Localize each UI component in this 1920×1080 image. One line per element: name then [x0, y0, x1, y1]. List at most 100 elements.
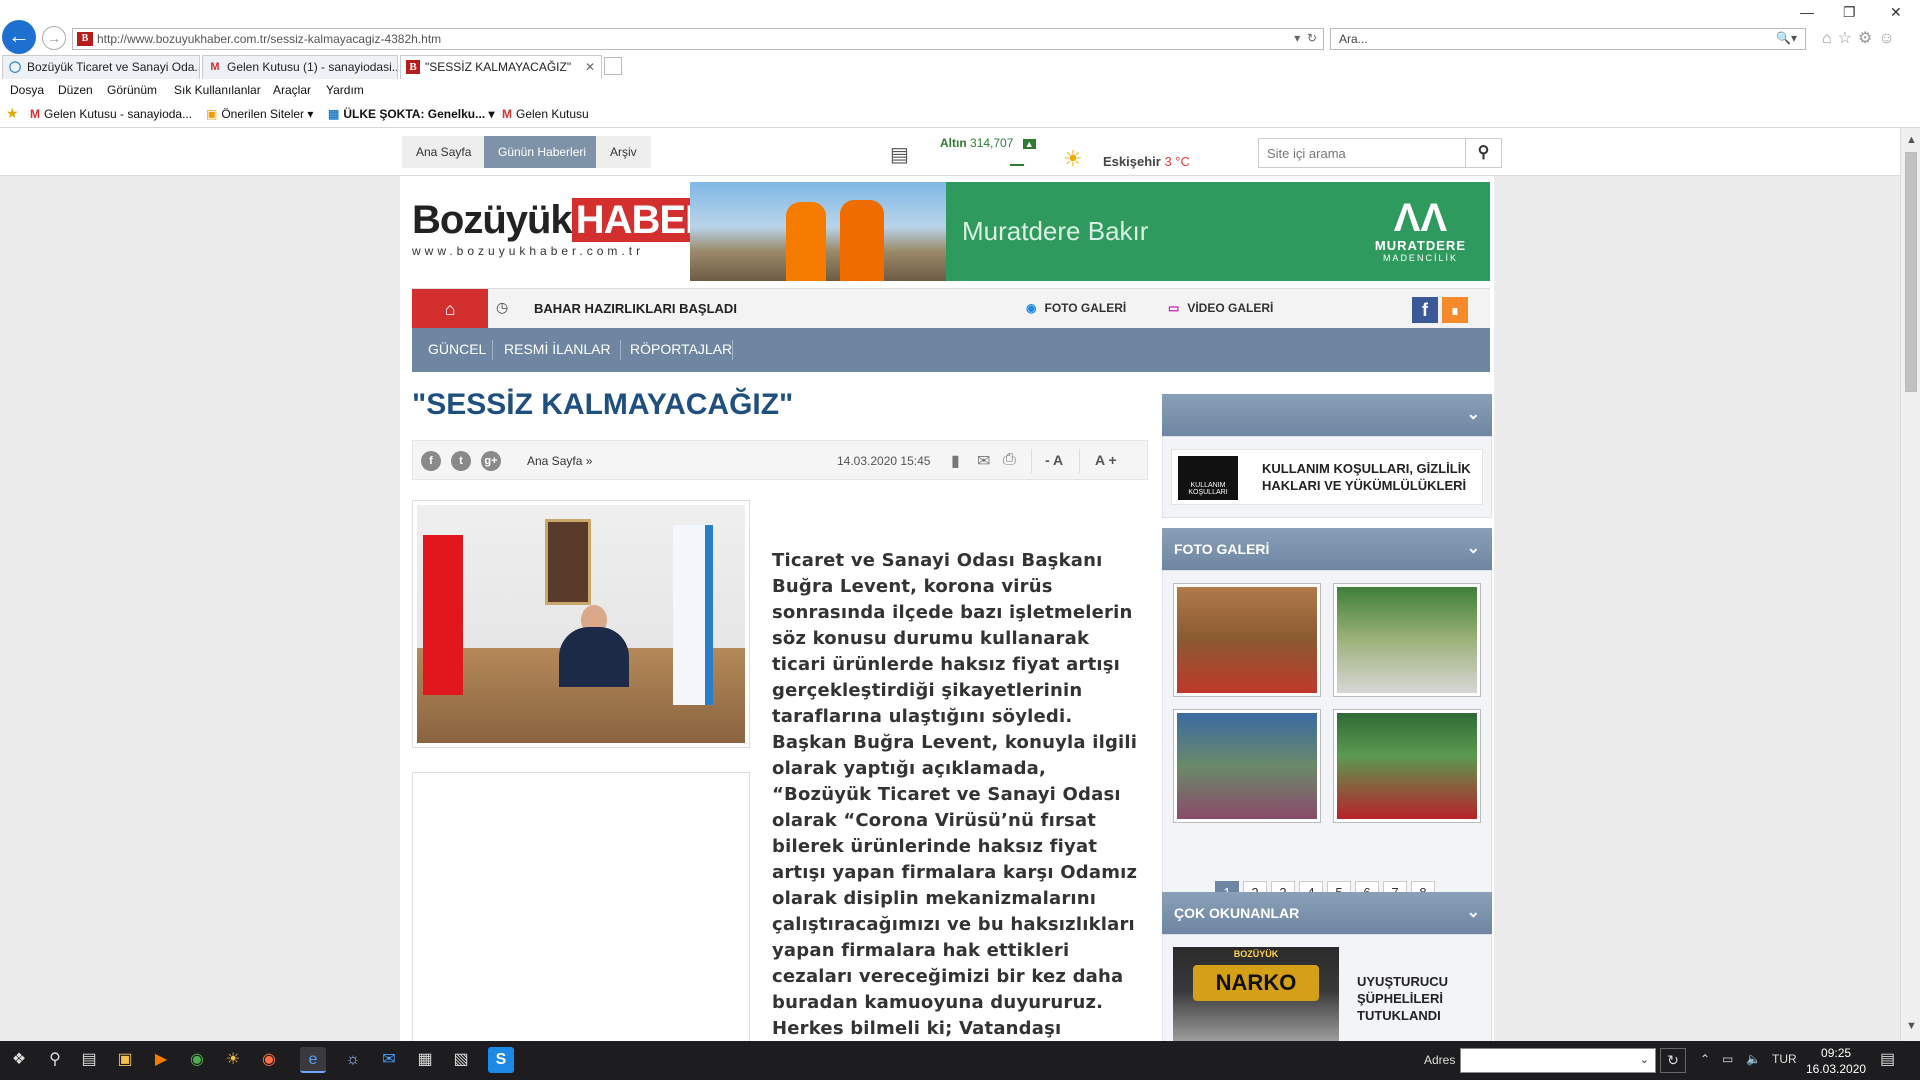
tab-bozuyuk-tso[interactable]: ◯ Bozüyük Ticaret ve Sanayi Oda... [2, 55, 200, 79]
windows-start-icon[interactable]: ❖ [6, 1047, 32, 1073]
gear-icon[interactable]: ⚙ [1858, 30, 1878, 47]
photo-gallery-link[interactable]: ◉ FOTO GALERİ [1026, 301, 1126, 315]
menu-yardim[interactable]: Yardım [326, 83, 364, 97]
language-indicator[interactable]: TUR [1772, 1052, 1797, 1066]
breadcrumb[interactable]: Ana Sayfa » [527, 454, 592, 468]
ad-placeholder [412, 772, 750, 1041]
comment-icon[interactable]: ▮ [951, 451, 960, 471]
menu-duzen[interactable]: Düzen [58, 83, 93, 97]
tab-label: Gelen Kutusu (1) - sanayiodasi... [227, 60, 398, 74]
site-logo[interactable]: Bozüyük HABER www.bozuyukhaber.com.tr [412, 198, 717, 274]
article-photo[interactable] [412, 500, 750, 748]
star-icon[interactable]: ☆ [1838, 30, 1858, 47]
task-view-icon[interactable]: ▤ [76, 1047, 102, 1073]
minimize-button[interactable]: — [1800, 4, 1814, 20]
chevron-down-icon[interactable]: ⌄ [1467, 394, 1480, 436]
new-tab-button[interactable] [604, 57, 622, 75]
google-plus-share-icon[interactable]: g+ [481, 451, 501, 471]
terms-link[interactable]: KULLANIM KOŞULLARI KULLANIM KOŞULLARI, G… [1171, 449, 1483, 505]
category-resmi-ilanlar[interactable]: RESMİ İLANLAR [504, 341, 611, 357]
ad-banner-muratdere[interactable]: Muratdere Bakır ΛΛ MURATDERE MADENCİLİK [690, 182, 1490, 281]
menu-sik-kullanilanlar[interactable]: Sık Kullanılanlar [174, 83, 261, 97]
back-button[interactable]: ← [2, 20, 36, 54]
site-search-input[interactable]: Site içi arama ⚲ [1258, 138, 1502, 168]
close-window-button[interactable]: ✕ [1890, 4, 1902, 21]
address-bar[interactable]: B http://www.bozuyukhaber.com.tr/sessiz-… [72, 28, 1324, 50]
browser-toolbar-icons[interactable]: ⌂☆⚙☺ [1822, 28, 1901, 48]
category-guncel[interactable]: GÜNCEL [428, 341, 486, 357]
market-chart-icon[interactable]: ▤ [890, 142, 909, 167]
facebook-share-icon[interactable]: f [421, 451, 441, 471]
chevron-down-icon[interactable]: ⌄ [1467, 528, 1480, 570]
notifications-icon[interactable]: ▤ [1880, 1049, 1895, 1069]
fav-gelen-kutusu-1[interactable]: M Gelen Kutusu - sanayioda... [30, 107, 192, 121]
file-explorer-icon[interactable]: ▣ [112, 1047, 138, 1073]
scroll-up-icon[interactable]: ▲ [1906, 134, 1917, 146]
fav-gelen-kutusu-2[interactable]: M Gelen Kutusu [502, 107, 589, 121]
font-increase-button[interactable]: A + [1095, 452, 1117, 468]
firefox-icon[interactable]: ◉ [256, 1047, 282, 1073]
store-icon[interactable]: ▦ [412, 1047, 438, 1073]
home-icon[interactable]: ⌂ [1822, 30, 1838, 47]
smiley-icon[interactable]: ☺ [1878, 30, 1900, 47]
close-tab-icon[interactable]: ✕ [585, 56, 595, 78]
gallery-thumb[interactable] [1173, 709, 1321, 823]
network-icon[interactable]: ☼ [340, 1047, 366, 1073]
sidebar-header-empty[interactable]: ⌄ [1162, 394, 1492, 436]
media-icon[interactable]: ▶ [148, 1047, 174, 1073]
menu-araclar[interactable]: Araçlar [273, 83, 311, 97]
refresh-icon[interactable]: ↻ [1660, 1048, 1686, 1073]
font-decrease-button[interactable]: - A [1045, 452, 1063, 468]
search-icon[interactable]: ⚲ [42, 1047, 68, 1073]
facebook-icon[interactable]: f [1412, 297, 1438, 323]
chrome-icon[interactable]: ◉ [184, 1047, 210, 1073]
rss-icon[interactable]: ∎ [1442, 297, 1468, 323]
top-link-gunun-haberleri[interactable]: Günün Haberleri [484, 136, 601, 168]
scroll-thumb[interactable] [1905, 152, 1917, 392]
internet-explorer-icon[interactable]: e [300, 1047, 326, 1073]
skype-icon[interactable]: S [488, 1047, 514, 1073]
address-url[interactable]: http://www.bozuyukhaber.com.tr/sessiz-ka… [97, 32, 441, 46]
favorites-star-icon[interactable]: ★ [6, 105, 19, 122]
gallery-thumb[interactable] [1333, 709, 1481, 823]
mail-icon[interactable]: ✉ [977, 451, 990, 471]
chevron-down-icon[interactable]: ⌄ [1467, 892, 1480, 934]
address-toolbar-input[interactable]: ⌄ [1460, 1048, 1656, 1073]
twitter-share-icon[interactable]: t [451, 451, 471, 471]
tray-up-arrow-icon[interactable]: ⌃ [1700, 1052, 1710, 1066]
search-icon[interactable]: 🔍▾ [1776, 31, 1797, 45]
scroll-down-icon[interactable]: ▼ [1906, 1020, 1917, 1032]
most-read-header[interactable]: ÇOK OKUNANLAR ⌄ [1162, 892, 1492, 934]
search-icon[interactable]: ⚲ [1465, 139, 1501, 167]
chevron-down-icon[interactable]: ⌄ [1640, 1053, 1649, 1066]
menu-dosya[interactable]: Dosya [10, 83, 44, 97]
browser-search-box[interactable]: Ara... 🔍▾ [1330, 28, 1806, 50]
volume-icon[interactable]: 🔈 [1746, 1052, 1761, 1066]
print-icon[interactable]: ⎙ [1003, 451, 1016, 469]
top-link-ana-sayfa[interactable]: Ana Sayfa [402, 136, 486, 168]
news-ticker[interactable]: BAHAR HAZIRLIKLARI BAŞLADI [534, 301, 737, 316]
app-icon[interactable]: ☀ [220, 1047, 246, 1073]
home-icon[interactable]: ⌂ [412, 289, 488, 329]
forward-button[interactable]: → [42, 26, 66, 50]
top-link-arsiv[interactable]: Arşiv [596, 136, 651, 168]
tab-gmail[interactable]: M Gelen Kutusu (1) - sanayiodasi... [202, 55, 398, 79]
menu-gorunum[interactable]: Görünüm [107, 83, 157, 97]
address-dropdown-refresh[interactable]: ▾ ↻ [1294, 31, 1317, 45]
gallery-thumb[interactable] [1333, 583, 1481, 697]
category-roportajlar[interactable]: RÖPORTAJLAR [630, 341, 732, 357]
calculator-icon[interactable]: ▧ [448, 1047, 474, 1073]
restore-button[interactable]: ❐ [1843, 4, 1856, 21]
photo-gallery-header[interactable]: FOTO GALERİ ⌄ [1162, 528, 1492, 570]
network-tray-icon[interactable]: ▭ [1722, 1052, 1733, 1066]
most-read-item-title[interactable]: UYUŞTURUCU ŞÜPHELİLERİ TUTUKLANDI [1357, 973, 1477, 1024]
most-read-image[interactable]: BOZÜYÜK NARKO [1173, 947, 1339, 1041]
page-scrollbar[interactable]: ▲ ▼ [1900, 128, 1920, 1041]
tab-article[interactable]: B "SESSİZ KALMAYACAĞIZ" ✕ [400, 55, 602, 79]
fav-onerilen-siteler[interactable]: ▣ Önerilen Siteler ▾ [206, 107, 313, 121]
video-gallery-link[interactable]: ▭ VİDEO GALERİ [1168, 301, 1273, 315]
gallery-thumb[interactable] [1173, 583, 1321, 697]
mail-icon[interactable]: ✉ [376, 1047, 402, 1073]
fav-ulke-sokta[interactable]: ▦ ÜLKE ŞOKTA: Genelku... ▾ [328, 107, 495, 121]
system-clock[interactable]: 09:25 16.03.2020 [1806, 1045, 1866, 1077]
